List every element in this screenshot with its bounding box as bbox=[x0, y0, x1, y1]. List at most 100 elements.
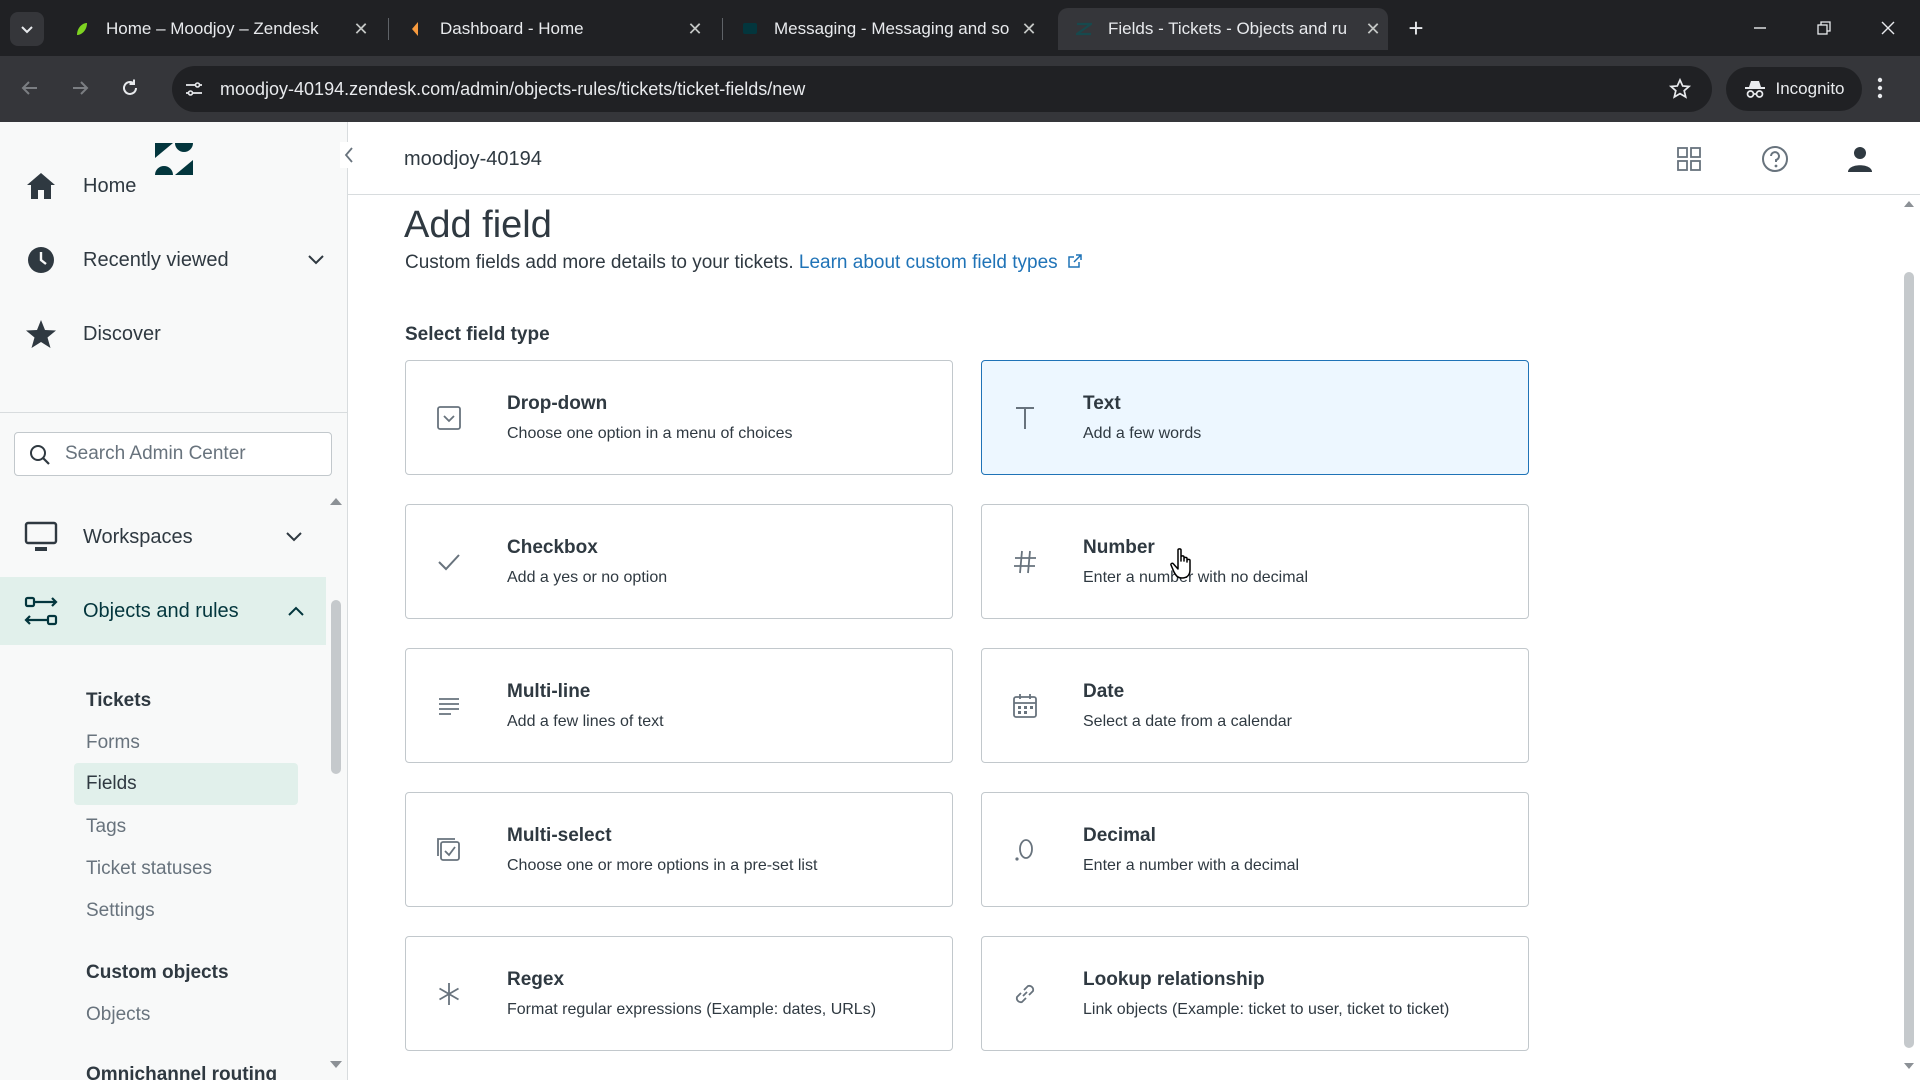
scroll-down-arrow-icon[interactable] bbox=[1903, 1062, 1915, 1070]
back-button[interactable] bbox=[12, 70, 48, 106]
card-title: Text bbox=[1083, 393, 1121, 414]
restore-icon bbox=[1817, 21, 1831, 35]
scroll-up-arrow-icon[interactable] bbox=[1903, 200, 1915, 208]
close-window-button[interactable] bbox=[1868, 10, 1908, 46]
account-name: moodjoy-40194 bbox=[404, 148, 542, 170]
clock-icon bbox=[24, 243, 58, 277]
close-icon[interactable]: ✕ bbox=[680, 19, 710, 40]
checkmark-icon bbox=[432, 545, 466, 579]
help-button[interactable] bbox=[1760, 144, 1790, 174]
main-scrollbar-thumb[interactable] bbox=[1904, 272, 1914, 1048]
close-icon[interactable]: ✕ bbox=[346, 19, 376, 40]
tab-fields-tickets[interactable]: Fields - Tickets - Objects and ru ✕ bbox=[1058, 8, 1388, 50]
field-type-date-card[interactable]: Date Select a date from a calendar bbox=[981, 648, 1529, 763]
new-tab-button[interactable]: + bbox=[1400, 12, 1432, 44]
forward-button[interactable] bbox=[62, 70, 98, 106]
search-icon bbox=[30, 445, 50, 465]
sidebar-item-tags[interactable]: Tags bbox=[86, 816, 126, 838]
card-description: Link objects (Example: ticket to user, t… bbox=[1083, 1001, 1450, 1018]
link-icon bbox=[1008, 977, 1042, 1011]
bookmark-star-icon[interactable] bbox=[1668, 77, 1692, 101]
sidebar-item-home[interactable]: Home bbox=[0, 152, 347, 220]
field-type-text-card[interactable]: Text Add a few words bbox=[981, 360, 1529, 475]
card-description: Add a yes or no option bbox=[507, 569, 668, 586]
field-type-decimal-card[interactable]: Decimal Enter a number with a decimal bbox=[981, 792, 1529, 907]
star-icon bbox=[24, 317, 58, 351]
card-description: Add a few words bbox=[1083, 425, 1202, 442]
tab-home-moodjoy[interactable]: Home – Moodjoy – Zendesk ✕ bbox=[56, 8, 376, 50]
field-type-number-card[interactable]: Number Enter a number with no decimal bbox=[981, 504, 1529, 619]
decimal-icon bbox=[1008, 833, 1042, 867]
search-input[interactable] bbox=[65, 441, 323, 467]
card-title: Number bbox=[1083, 537, 1155, 558]
incognito-label: Incognito bbox=[1775, 79, 1845, 98]
chevron-up-icon bbox=[286, 601, 306, 621]
field-type-multiselect-card[interactable]: Multi-select Choose one or more options … bbox=[405, 792, 953, 907]
tab-label: Dashboard - Home bbox=[440, 19, 584, 38]
multiline-icon bbox=[432, 689, 466, 723]
learn-more-link[interactable]: Learn about custom field types bbox=[799, 252, 1083, 273]
tab-search-dropdown[interactable] bbox=[10, 12, 44, 46]
sidebar-item-workspaces[interactable]: Workspaces bbox=[0, 503, 347, 571]
omnichannel-routing-heading: Omnichannel routing bbox=[86, 1064, 278, 1080]
field-type-multiline-card[interactable]: Multi-line Add a few lines of text bbox=[405, 648, 953, 763]
hash-icon bbox=[1008, 545, 1042, 579]
tab-label: Fields - Tickets - Objects and ru bbox=[1108, 19, 1348, 38]
close-icon bbox=[1881, 21, 1895, 35]
select-field-type-label: Select field type bbox=[405, 324, 550, 345]
tab-separator bbox=[722, 18, 723, 40]
reload-button[interactable] bbox=[112, 70, 148, 106]
minimize-button[interactable] bbox=[1740, 10, 1780, 46]
browser-menu-button[interactable] bbox=[1876, 76, 1884, 105]
messaging-favicon bbox=[743, 23, 757, 34]
description-text: Custom fields add more details to your t… bbox=[405, 252, 794, 273]
zendesk-admin-favicon bbox=[1076, 22, 1092, 36]
link-text: Learn about custom field types bbox=[798, 252, 1058, 273]
sidebar-item-ticket-statuses[interactable]: Ticket statuses bbox=[86, 858, 212, 880]
sidebar-scrollbar-thumb[interactable] bbox=[331, 600, 341, 774]
chevron-down-icon bbox=[21, 26, 33, 34]
sidebar-item-forms[interactable]: Forms bbox=[86, 732, 140, 754]
close-icon[interactable]: ✕ bbox=[1358, 19, 1388, 40]
card-title: Drop-down bbox=[507, 393, 608, 414]
field-type-dropdown-card[interactable]: Drop-down Choose one option in a menu of… bbox=[405, 360, 953, 475]
close-icon[interactable]: ✕ bbox=[1014, 19, 1044, 40]
chevron-left-icon bbox=[344, 147, 353, 163]
sidebar-item-discover[interactable]: Discover bbox=[0, 300, 347, 368]
sidebar-item-settings[interactable]: Settings bbox=[86, 900, 155, 922]
page-description: Custom fields add more details to your t… bbox=[405, 252, 1083, 274]
sidebar-item-label: Objects and rules bbox=[83, 599, 239, 622]
minimize-icon bbox=[1754, 27, 1766, 29]
tab-label: Home – Moodjoy – Zendesk bbox=[106, 19, 319, 38]
text-icon bbox=[1008, 401, 1042, 435]
multiselect-icon bbox=[432, 833, 466, 867]
sidebar-item-objects-and-rules[interactable]: Objects and rules bbox=[0, 577, 326, 645]
browser-tab-bar: Home – Moodjoy – Zendesk ✕ Dashboard - H… bbox=[0, 0, 1920, 56]
profile-button[interactable] bbox=[1845, 144, 1875, 174]
card-title: Checkbox bbox=[507, 537, 598, 558]
sidebar-item-fields[interactable]: Fields bbox=[74, 763, 298, 805]
products-button[interactable] bbox=[1674, 144, 1704, 174]
arrow-left-icon bbox=[21, 81, 37, 95]
site-settings-icon[interactable] bbox=[184, 79, 204, 99]
field-type-lookup-card[interactable]: Lookup relationship Link objects (Exampl… bbox=[981, 936, 1529, 1051]
product-grid-icon bbox=[1677, 147, 1701, 171]
browser-toolbar: moodjoy-40194.zendesk.com/admin/objects-… bbox=[0, 56, 1920, 122]
restore-button[interactable] bbox=[1804, 10, 1844, 46]
sidebar-item-recently-viewed[interactable]: Recently viewed bbox=[0, 226, 347, 294]
tickets-heading: Tickets bbox=[86, 690, 152, 711]
tab-messaging[interactable]: Messaging - Messaging and so ✕ bbox=[724, 8, 1044, 50]
incognito-icon bbox=[1744, 81, 1765, 98]
tab-dashboard-home[interactable]: Dashboard - Home ✕ bbox=[390, 8, 710, 50]
field-type-regex-card[interactable]: Regex Format regular expressions (Exampl… bbox=[405, 936, 953, 1051]
incognito-indicator[interactable]: Incognito bbox=[1726, 67, 1862, 111]
card-title: Multi-select bbox=[507, 825, 612, 846]
scroll-down-arrow-icon[interactable] bbox=[329, 1060, 343, 1070]
admin-search-box[interactable] bbox=[14, 432, 332, 476]
custom-objects-heading: Custom objects bbox=[86, 962, 229, 983]
collapse-sidebar-button[interactable] bbox=[340, 142, 358, 168]
user-icon bbox=[1848, 147, 1872, 172]
sidebar-item-objects[interactable]: Objects bbox=[86, 1004, 150, 1026]
address-bar[interactable]: moodjoy-40194.zendesk.com/admin/objects-… bbox=[172, 66, 1712, 112]
field-type-checkbox-card[interactable]: Checkbox Add a yes or no option bbox=[405, 504, 953, 619]
